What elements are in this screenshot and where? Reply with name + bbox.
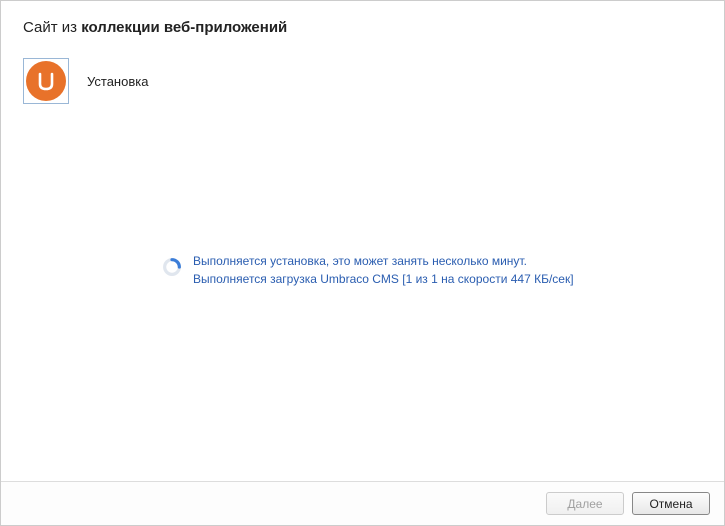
status-line-2: Выполняется загрузка Umbraco CMS [1 из 1…	[193, 270, 574, 288]
status-line-1: Выполняется установка, это может занять …	[193, 252, 574, 270]
dialog-footer: Далее Отмена	[1, 481, 724, 525]
next-button: Далее	[546, 492, 624, 515]
loading-spinner-icon	[161, 256, 183, 278]
status-area: Выполняется установка, это может занять …	[161, 252, 694, 288]
app-step-label: Установка	[87, 74, 148, 89]
title-bold: коллекции веб-приложений	[81, 19, 287, 36]
umbraco-icon	[26, 61, 66, 101]
status-text: Выполняется установка, это может занять …	[193, 252, 574, 288]
dialog-content: Выполняется установка, это может занять …	[1, 104, 724, 481]
cancel-button[interactable]: Отмена	[632, 492, 710, 515]
title-prefix: Сайт из	[23, 19, 81, 36]
install-dialog: Сайт из коллекции веб-приложений Установ…	[0, 0, 725, 526]
app-info-row: Установка	[1, 44, 724, 104]
dialog-title: Сайт из коллекции веб-приложений	[1, 1, 724, 44]
app-icon-frame	[23, 58, 69, 104]
